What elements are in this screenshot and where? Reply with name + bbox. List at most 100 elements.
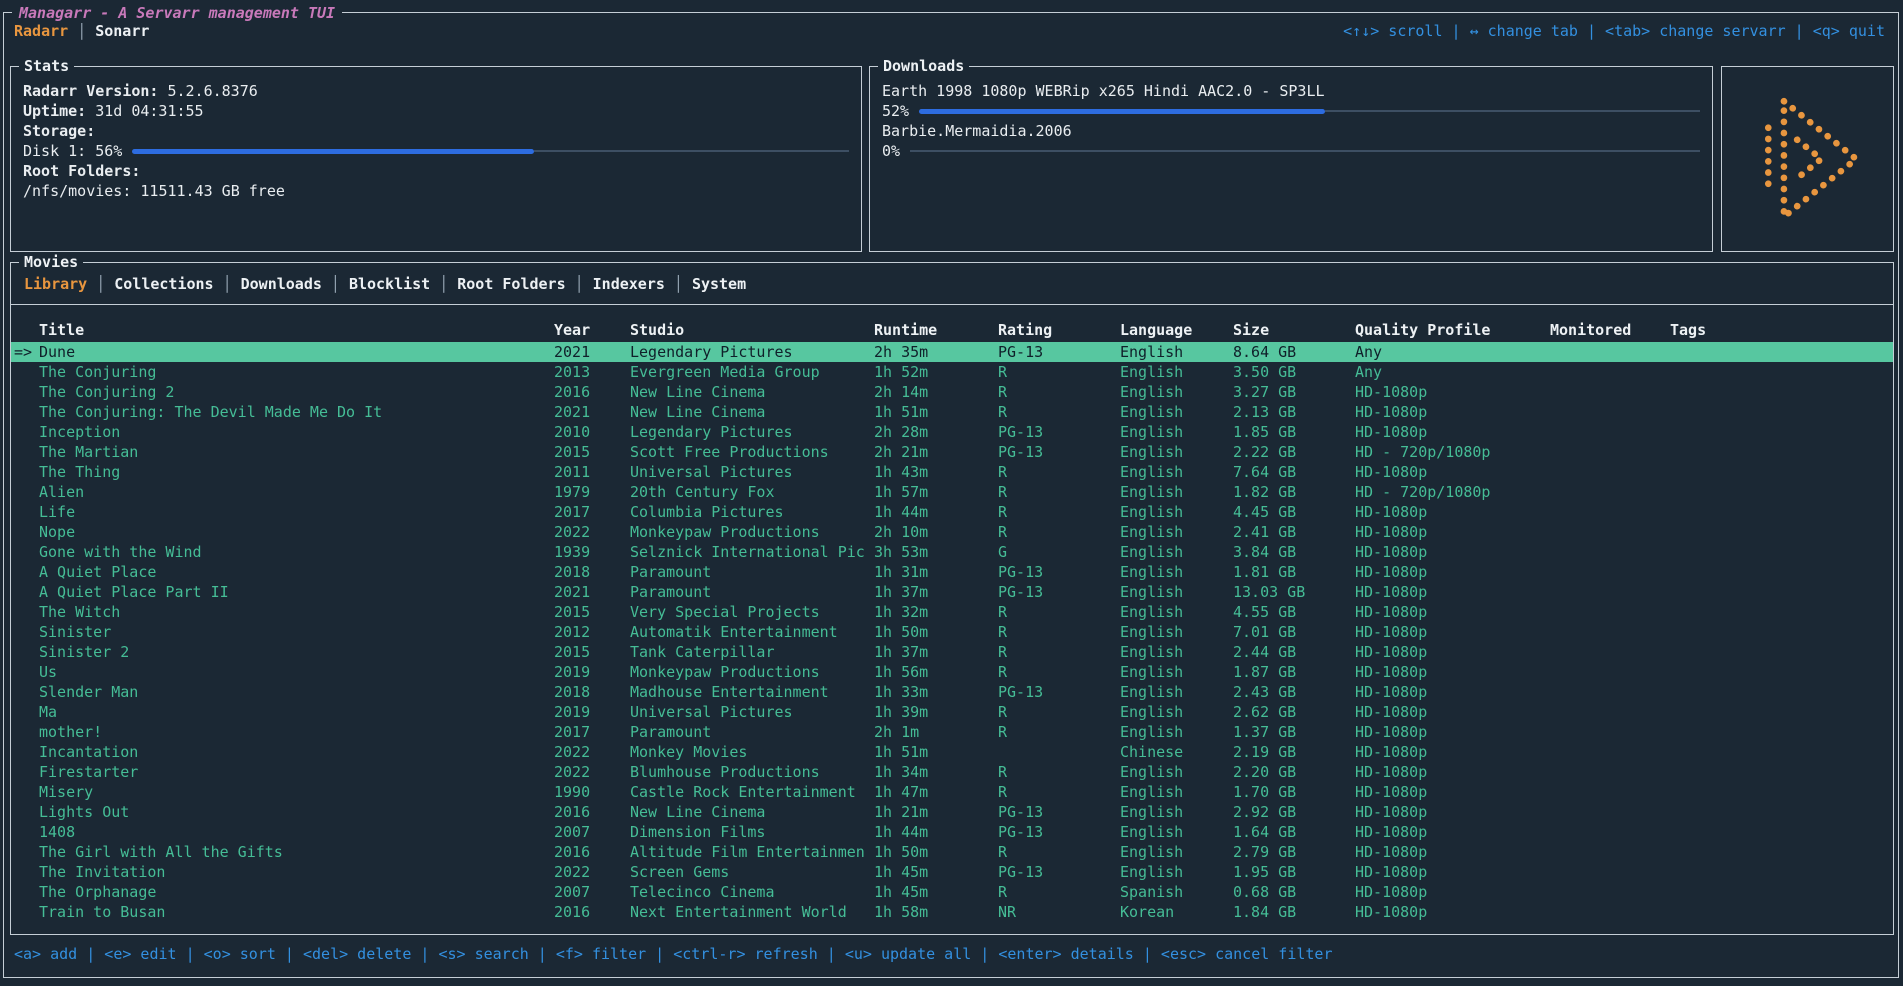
selection-marker: [13, 502, 39, 522]
movie-year-cell: 2021: [554, 582, 630, 602]
movie-year-cell: 2015: [554, 642, 630, 662]
movies-panel-title: Movies: [19, 252, 83, 272]
monitored-cell: [1550, 442, 1670, 462]
movie-row[interactable]: Inception 2010 Legendary Pictures 2h 28m…: [11, 422, 1893, 442]
movie-language-cell: English: [1120, 562, 1233, 582]
downloads-panel: Downloads Earth 1998 1080p WEBRip x265 H…: [869, 66, 1713, 252]
movie-row[interactable]: The Conjuring 2013 Evergreen Media Group…: [11, 362, 1893, 382]
movie-row[interactable]: The Conjuring 2 2016 New Line Cinema 2h …: [11, 382, 1893, 402]
movie-runtime-cell: 1h 44m: [874, 822, 998, 842]
tab-system[interactable]: System: [692, 275, 746, 293]
movie-tags-cell: [1670, 722, 1893, 742]
servarr-tab-radarr[interactable]: Radarr: [14, 21, 68, 41]
movie-runtime-cell: 1h 58m: [874, 902, 998, 922]
movie-studio-cell: Paramount: [630, 722, 874, 742]
selection-marker: [13, 542, 39, 562]
movie-row[interactable]: Firestarter 2022 Blumhouse Productions 1…: [11, 762, 1893, 782]
movie-row[interactable]: A Quiet Place 2018 Paramount 1h 31m PG-1…: [11, 562, 1893, 582]
movie-quality-profile-cell: HD-1080p: [1355, 842, 1550, 862]
movie-tags-cell: [1670, 642, 1893, 662]
movie-quality-profile-cell: HD-1080p: [1355, 822, 1550, 842]
movie-size-cell: 13.03 GB: [1233, 582, 1355, 602]
movie-size-cell: 4.55 GB: [1233, 602, 1355, 622]
movie-language-cell: English: [1120, 722, 1233, 742]
tab-indexers[interactable]: Indexers: [593, 275, 665, 293]
movie-row[interactable]: Incantation 2022 Monkey Movies 1h 51m Ch…: [11, 742, 1893, 762]
movie-quality-profile-cell: HD-1080p: [1355, 742, 1550, 762]
movie-row[interactable]: Life 2017 Columbia Pictures 1h 44m R Eng…: [11, 502, 1893, 522]
movie-rating-cell: R: [998, 722, 1120, 742]
movie-row[interactable]: Alien 1979 20th Century Fox 1h 57m R Eng…: [11, 482, 1893, 502]
uptime-line: Uptime: 31d 04:31:55: [23, 101, 849, 121]
movie-studio-cell: New Line Cinema: [630, 802, 874, 822]
movie-year-cell: 2010: [554, 422, 630, 442]
movie-rating-cell: R: [998, 402, 1120, 422]
column-header-quality-profile: Quality Profile: [1355, 318, 1550, 342]
movie-row[interactable]: Sinister 2012 Automatik Entertainment 1h…: [11, 622, 1893, 642]
movie-row[interactable]: The Girl with All the Gifts 2016 Altitud…: [11, 842, 1893, 862]
movie-studio-cell: Monkeypaw Productions: [630, 522, 874, 542]
movie-row[interactable]: The Invitation 2022 Screen Gems 1h 45m P…: [11, 862, 1893, 882]
tab-library[interactable]: Library: [24, 275, 87, 293]
movie-rating-cell: PG-13: [998, 682, 1120, 702]
root-folders-header: Root Folders:: [23, 161, 849, 181]
tab-root-folders[interactable]: Root Folders: [457, 275, 565, 293]
tab-downloads[interactable]: Downloads: [241, 275, 322, 293]
movie-row[interactable]: Sinister 2 2015 Tank Caterpillar 1h 37m …: [11, 642, 1893, 662]
movie-row[interactable]: The Witch 2015 Very Special Projects 1h …: [11, 602, 1893, 622]
movie-row[interactable]: => Dune 2021 Legendary Pictures 2h 35m P…: [11, 342, 1893, 362]
movie-year-cell: 2021: [554, 402, 630, 422]
movie-language-cell: English: [1120, 382, 1233, 402]
movie-row[interactable]: Misery 1990 Castle Rock Entertainment 1h…: [11, 782, 1893, 802]
monitored-cell: [1550, 722, 1670, 742]
movie-title-cell: Alien: [39, 482, 554, 502]
movie-row[interactable]: The Martian 2015 Scott Free Productions …: [11, 442, 1893, 462]
tab-separator: │: [96, 275, 105, 293]
servarr-tab-sonarr[interactable]: Sonarr: [95, 21, 149, 41]
movie-title-cell: A Quiet Place: [39, 562, 554, 582]
disk-usage-label: Disk 1: 56%: [23, 141, 122, 161]
selection-marker: [13, 362, 39, 382]
monitored-cell: [1550, 682, 1670, 702]
movie-language-cell: English: [1120, 422, 1233, 442]
movie-size-cell: 3.84 GB: [1233, 542, 1355, 562]
movie-row[interactable]: 1408 2007 Dimension Films 1h 44m PG-13 E…: [11, 822, 1893, 842]
movie-row[interactable]: The Orphanage 2007 Telecinco Cinema 1h 4…: [11, 882, 1893, 902]
selection-marker: [13, 482, 39, 502]
column-header-title: Title: [39, 318, 554, 342]
movie-title-cell: Misery: [39, 782, 554, 802]
movie-row[interactable]: Train to Busan 2016 Next Entertainment W…: [11, 902, 1893, 922]
movie-row[interactable]: Us 2019 Monkeypaw Productions 1h 56m R E…: [11, 662, 1893, 682]
movie-title-cell: 1408: [39, 822, 554, 842]
movie-rating-cell: R: [998, 462, 1120, 482]
download-item-name: Barbie.Mermaidia.2006: [882, 121, 1700, 141]
movie-row[interactable]: mother! 2017 Paramount 2h 1m R English 1…: [11, 722, 1893, 742]
movie-size-cell: 1.87 GB: [1233, 662, 1355, 682]
movie-row[interactable]: Gone with the Wind 1939 Selznick Interna…: [11, 542, 1893, 562]
movie-row[interactable]: Ma 2019 Universal Pictures 1h 39m R Engl…: [11, 702, 1893, 722]
movie-language-cell: English: [1120, 462, 1233, 482]
movie-quality-profile-cell: HD-1080p: [1355, 402, 1550, 422]
movie-size-cell: 1.81 GB: [1233, 562, 1355, 582]
movie-row[interactable]: The Thing 2011 Universal Pictures 1h 43m…: [11, 462, 1893, 482]
movie-title-cell: Gone with the Wind: [39, 542, 554, 562]
movie-row[interactable]: Lights Out 2016 New Line Cinema 1h 21m P…: [11, 802, 1893, 822]
download-percent-label: 0%: [882, 141, 900, 161]
storage-header: Storage:: [23, 121, 849, 141]
movie-rating-cell: R: [998, 522, 1120, 542]
tab-blocklist[interactable]: Blocklist: [349, 275, 430, 293]
movie-row[interactable]: The Conjuring: The Devil Made Me Do It 2…: [11, 402, 1893, 422]
movie-year-cell: 2017: [554, 502, 630, 522]
tab-collections[interactable]: Collections: [114, 275, 213, 293]
movie-row[interactable]: Nope 2022 Monkeypaw Productions 2h 10m R…: [11, 522, 1893, 542]
version-line: Radarr Version: 5.2.6.8376: [23, 81, 849, 101]
movie-language-cell: English: [1120, 342, 1233, 362]
movie-row[interactable]: A Quiet Place Part II 2021 Paramount 1h …: [11, 582, 1893, 602]
movie-rating-cell: R: [998, 382, 1120, 402]
movie-size-cell: 1.84 GB: [1233, 902, 1355, 922]
movie-title-cell: Firestarter: [39, 762, 554, 782]
monitored-cell: [1550, 422, 1670, 442]
movie-row[interactable]: Slender Man 2018 Madhouse Entertainment …: [11, 682, 1893, 702]
movie-title-cell: Us: [39, 662, 554, 682]
movie-language-cell: English: [1120, 622, 1233, 642]
